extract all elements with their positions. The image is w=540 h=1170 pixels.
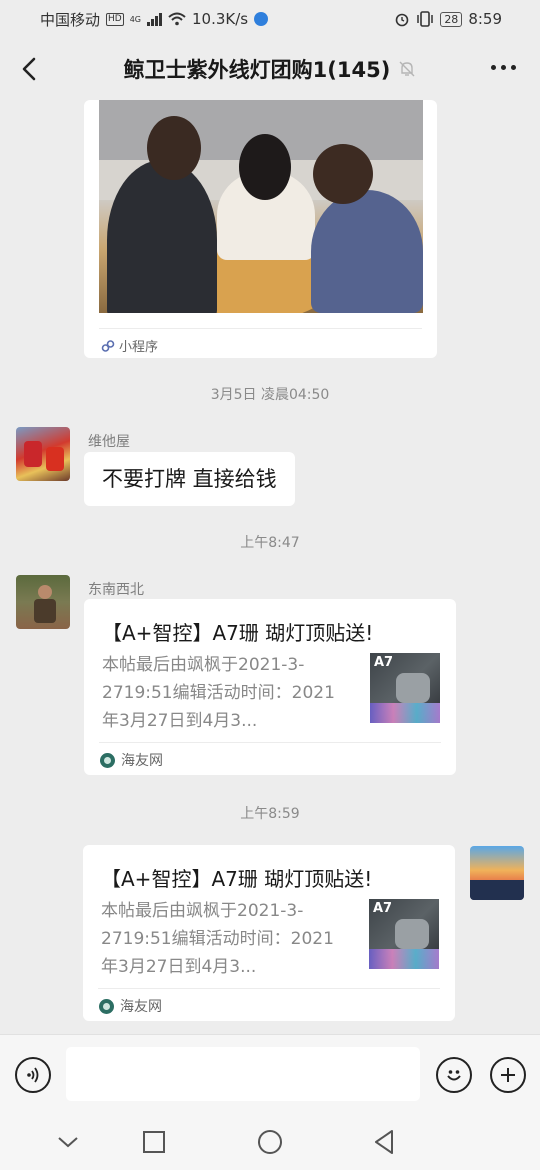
system-nav-bar	[0, 1114, 540, 1170]
link-description: 本帖最后由飒枫于2021-3-2719:51编辑活动时间：2021年3月27日到…	[101, 901, 334, 977]
browser-icon	[254, 12, 269, 26]
carrier-label: 中国移动	[40, 10, 101, 29]
link-thumbnail: A7	[370, 653, 440, 723]
timestamp: 上午8:59	[240, 806, 300, 822]
site-icon	[100, 752, 115, 768]
sender-name: 东南西北	[88, 582, 144, 598]
alarm-icon	[396, 13, 409, 27]
emoji-icon[interactable]	[436, 1057, 472, 1093]
link-source: 海友网	[99, 996, 162, 1016]
status-right: 28 8:59	[394, 10, 502, 28]
text-message-bubble[interactable]: 不要打牌 直接给钱	[84, 452, 295, 506]
network-speed: 10.3K/s	[192, 10, 249, 28]
network-type: 4G	[129, 14, 142, 24]
collapse-icon[interactable]	[54, 1128, 82, 1156]
chat-title: 鲸卫士紫外线灯团购1(145)	[123, 58, 391, 82]
battery-icon: 28	[440, 11, 463, 27]
avatar[interactable]	[16, 575, 70, 629]
mini-program-label: 小程序	[119, 340, 159, 355]
status-bar: 中国移动 HD 4G 10.3K/s 28 8:59	[0, 0, 540, 38]
chat-header: 鲸卫士紫外线灯团购1(145)	[0, 38, 540, 100]
avatar[interactable]	[470, 846, 524, 900]
link-title: 【A+智控】A7珊 瑚灯顶贴送!	[101, 867, 373, 891]
sender-name: 维他屋	[88, 434, 130, 450]
mini-program-card[interactable]: 小程序	[84, 100, 437, 358]
home-icon[interactable]	[256, 1128, 284, 1156]
system-back-icon[interactable]	[370, 1128, 398, 1156]
input-bar	[0, 1034, 540, 1114]
plus-icon[interactable]	[490, 1057, 526, 1093]
chat-area[interactable]: 小程序 3月5日 凌晨04:50 维他屋 不要打牌 直接给钱 上午8:47 东南…	[0, 100, 540, 1034]
back-icon[interactable]	[16, 54, 46, 84]
card-divider	[99, 328, 422, 329]
site-icon	[99, 998, 114, 1014]
more-icon[interactable]	[491, 65, 516, 70]
hd-badge: HD	[106, 12, 124, 26]
avatar[interactable]	[16, 427, 70, 481]
message-input[interactable]	[66, 1047, 420, 1101]
clock: 8:59	[468, 10, 502, 28]
link-source: 海友网	[100, 750, 163, 770]
mute-icon	[399, 61, 415, 77]
link-thumbnail: A7	[369, 899, 439, 969]
status-left: 中国移动 HD 4G 10.3K/s	[40, 9, 269, 30]
wifi-icon	[168, 12, 186, 26]
source-label: 海友网	[121, 753, 163, 769]
thumbnail-label: A7	[373, 901, 393, 916]
thumbnail-label: A7	[374, 655, 394, 670]
mini-program-icon	[101, 339, 115, 352]
card-divider	[99, 742, 441, 743]
link-title: 【A+智控】A7珊 瑚灯顶贴送!	[102, 621, 374, 645]
recents-icon[interactable]	[140, 1128, 168, 1156]
timestamp: 上午8:47	[240, 535, 300, 551]
source-label: 海友网	[120, 999, 162, 1015]
signal-icon	[147, 12, 163, 26]
link-card[interactable]: 【A+智控】A7珊 瑚灯顶贴送! 本帖最后由飒枫于2021-3-2719:51编…	[84, 599, 456, 775]
voice-icon[interactable]	[15, 1057, 51, 1093]
card-photo	[99, 100, 423, 313]
card-divider	[98, 988, 440, 989]
timestamp: 3月5日 凌晨04:50	[210, 387, 330, 403]
link-description: 本帖最后由飒枫于2021-3-2719:51编辑活动时间：2021年3月27日到…	[102, 655, 335, 731]
link-card[interactable]: 【A+智控】A7珊 瑚灯顶贴送! 本帖最后由飒枫于2021-3-2719:51编…	[83, 845, 455, 1021]
mini-program-source: 小程序	[101, 336, 158, 355]
vibrate-icon	[417, 11, 434, 27]
